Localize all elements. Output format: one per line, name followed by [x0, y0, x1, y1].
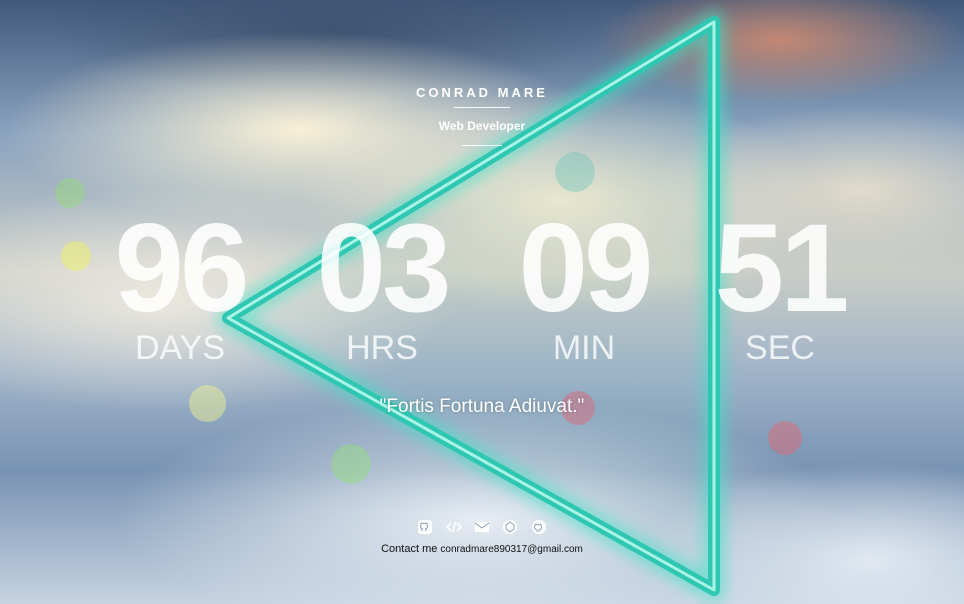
- countdown-days: 96 DAYS: [80, 199, 280, 367]
- seconds-value: 51: [714, 199, 849, 338]
- contact-label: Contact me: [381, 543, 438, 555]
- social-links: [0, 518, 964, 536]
- motto-quote: "Fortis Fortuna Adiuvat.": [379, 396, 585, 417]
- minutes-label: MIN: [552, 329, 616, 367]
- minutes-value: 09: [518, 199, 653, 338]
- codepen-icon[interactable]: [502, 519, 518, 535]
- mail-icon[interactable]: [474, 519, 490, 535]
- github-octocat-icon[interactable]: [531, 519, 547, 535]
- subtitle: Web Developer: [438, 119, 526, 133]
- github-icon[interactable]: [417, 519, 433, 535]
- countdown-minutes: 09 MIN: [484, 199, 684, 367]
- countdown-seconds: 51 SEC: [680, 199, 880, 367]
- days-label: DAYS: [134, 329, 226, 367]
- site-title: CONRAD MARE: [416, 85, 548, 100]
- seconds-label: SEC: [745, 329, 815, 367]
- hours-label: HRS: [346, 329, 418, 367]
- hours-value: 03: [316, 199, 451, 338]
- code-icon[interactable]: [445, 519, 462, 535]
- contact-line: Contact me conradmare890317@gmail.com: [0, 543, 964, 555]
- title-divider: [454, 107, 510, 108]
- days-value: 96: [114, 199, 249, 338]
- subtitle-divider: [462, 145, 502, 146]
- contact-email-link[interactable]: conradmare890317@gmail.com: [440, 544, 582, 555]
- countdown-hours: 03 HRS: [282, 199, 482, 367]
